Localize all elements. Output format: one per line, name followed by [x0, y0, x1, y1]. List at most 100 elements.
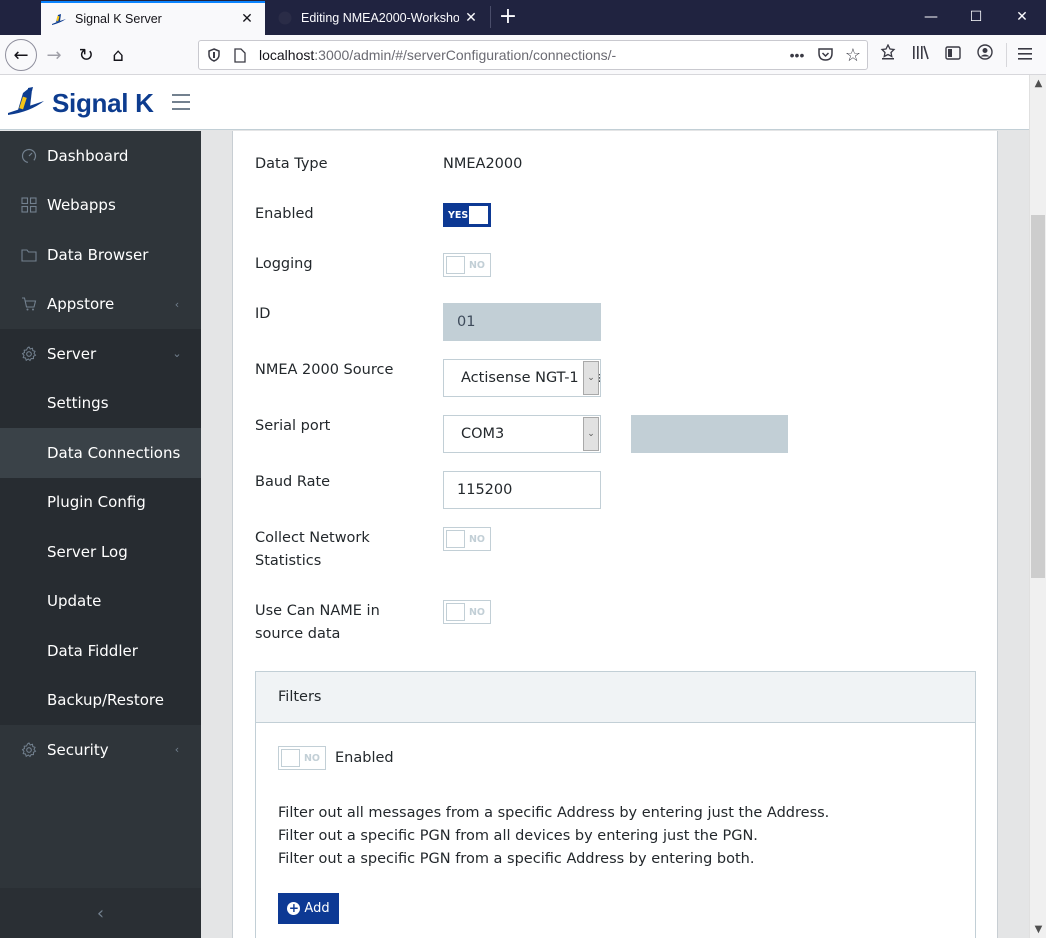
sidebar: Dashboard Webapps Data Browser Appstore … — [0, 131, 201, 938]
speedometer-icon — [19, 148, 39, 164]
close-tab-icon[interactable]: ✕ — [235, 11, 259, 27]
toggle-state: NO — [468, 606, 485, 618]
sidebar-item-data-browser[interactable]: Data Browser — [0, 230, 201, 280]
toggle-state: NO — [303, 752, 320, 764]
sidebar-item-server[interactable]: Server ⌄ — [0, 329, 201, 379]
sidebar-item-backup-restore[interactable]: Backup/Restore — [0, 675, 201, 725]
serial-port-select[interactable]: COM3 ⌄ — [443, 415, 601, 453]
page-icon[interactable] — [229, 47, 251, 63]
sidebar-item-appstore[interactable]: Appstore ‹ — [0, 280, 201, 330]
sidebar-item-label: Settings — [47, 394, 109, 413]
folder-icon — [19, 248, 39, 262]
signalk-logo-icon — [6, 85, 46, 121]
toggle-knob — [281, 749, 300, 767]
nav-toolbar: ← → ↻ ⌂ localhost:3000/admin/#/serverCon… — [0, 35, 1046, 75]
close-window-button[interactable]: ✕ — [999, 0, 1045, 35]
sidebar-item-security[interactable]: Security ‹ — [0, 725, 201, 775]
serial-port-custom-input[interactable] — [631, 415, 788, 453]
scroll-down-icon[interactable]: ▼ — [1030, 921, 1046, 938]
baud-rate-input[interactable]: 115200 — [443, 471, 601, 509]
toggle-knob — [446, 530, 465, 548]
sidebar-toggle-icon[interactable] — [938, 43, 968, 67]
gear-icon — [19, 742, 39, 758]
tab-github-editing[interactable]: Editing NMEA2000-Workshop/README.md ✕ — [267, 1, 489, 35]
tab-title: Signal K Server — [75, 12, 162, 26]
close-tab-icon[interactable]: ✕ — [459, 10, 483, 26]
forward-button[interactable]: → — [38, 39, 70, 71]
library-icon[interactable] — [906, 43, 936, 67]
sidebar-toggle-button[interactable] — [172, 94, 190, 110]
sidebar-item-label: Dashboard — [47, 146, 129, 165]
enabled-toggle[interactable]: YES — [443, 203, 491, 227]
sidebar-item-label: Plugin Config — [47, 493, 146, 512]
sidebar-item-label: Data Connections — [47, 443, 181, 462]
sidebar-item-settings[interactable]: Settings — [0, 378, 201, 428]
brand-name: Signal K — [52, 87, 154, 118]
address-bar[interactable]: localhost:3000/admin/#/serverConfigurati… — [198, 40, 868, 70]
chevron-down-icon: ⌄ — [583, 361, 599, 395]
collect-stats-toggle[interactable]: NO — [443, 527, 491, 551]
scrollbar-thumb[interactable] — [1031, 215, 1045, 578]
toggle-knob — [469, 206, 488, 224]
sidebar-item-data-connections[interactable]: Data Connections — [0, 428, 201, 478]
tab-bar: Signal K Server ✕ Editing NMEA2000-Works… — [0, 0, 1046, 35]
sidebar-item-webapps[interactable]: Webapps — [0, 181, 201, 231]
new-tab-button[interactable]: + — [494, 3, 522, 31]
field-label: ID — [255, 306, 271, 322]
page-actions-icon[interactable]: ••• — [783, 47, 811, 63]
sidebar-item-server-log[interactable]: Server Log — [0, 527, 201, 577]
downloads-icon[interactable] — [873, 43, 903, 67]
filters-enabled-row: NO Enabled — [278, 746, 394, 770]
toolbar-separator — [1006, 43, 1007, 67]
bookmark-star-icon[interactable]: ☆ — [839, 45, 867, 66]
id-input[interactable]: 01 — [443, 303, 601, 341]
menu-icon[interactable] — [1010, 43, 1040, 67]
scroll-up-icon[interactable]: ▲ — [1030, 75, 1046, 92]
sidebar-item-label: Backup/Restore — [47, 691, 164, 710]
shield-icon[interactable] — [203, 48, 225, 62]
data-type-value: NMEA2000 — [443, 156, 523, 172]
tab-title: Editing NMEA2000-Workshop/README.md — [301, 11, 459, 25]
page-viewport: Signal K Dashboard Webapps Data Browser — [0, 75, 1029, 938]
pocket-icon[interactable] — [811, 47, 839, 64]
chevron-left-icon: ‹ — [174, 743, 180, 757]
home-button[interactable]: ⌂ — [102, 39, 134, 71]
sidebar-item-update[interactable]: Update — [0, 576, 201, 626]
minimize-button[interactable]: — — [908, 0, 954, 35]
toggle-knob — [446, 256, 465, 274]
sidebar-item-label: Security — [47, 740, 109, 759]
chevron-left-icon: ‹ — [174, 297, 180, 311]
chevron-left-icon: ‹ — [96, 902, 105, 924]
maximize-button[interactable]: ☐ — [953, 0, 999, 35]
use-can-name-toggle[interactable]: NO — [443, 600, 491, 624]
account-icon[interactable] — [970, 43, 1000, 67]
filters-help-text: Filter out all messages from a specific … — [278, 802, 829, 871]
reload-button[interactable]: ↻ — [70, 39, 102, 71]
filters-enabled-toggle[interactable]: NO — [278, 746, 326, 770]
github-favicon-icon — [277, 10, 293, 26]
add-filter-button[interactable]: + Add — [278, 893, 339, 924]
sidebar-item-data-fiddler[interactable]: Data Fiddler — [0, 626, 201, 676]
filters-title: Filters — [256, 672, 975, 723]
connection-form-card: Data Type NMEA2000 Enabled YES Logging N… — [232, 131, 998, 938]
sidebar-minimizer[interactable]: ‹ — [0, 888, 201, 938]
nmea2000-source-select[interactable]: Actisense NGT-1 (canboatjs) ⌄ — [443, 359, 601, 397]
toggle-knob — [446, 603, 465, 621]
back-button[interactable]: ← — [5, 39, 37, 71]
field-label: Baud Rate — [255, 474, 331, 490]
url-text[interactable]: localhost:3000/admin/#/serverConfigurati… — [259, 47, 783, 63]
logging-toggle[interactable]: NO — [443, 253, 491, 277]
main-content: Data Type NMEA2000 Enabled YES Logging N… — [201, 131, 1029, 938]
chevron-down-icon: ⌄ — [172, 347, 182, 361]
sidebar-item-plugin-config[interactable]: Plugin Config — [0, 477, 201, 527]
toggle-state: NO — [468, 533, 485, 545]
sidebar-item-dashboard[interactable]: Dashboard — [0, 131, 201, 181]
brand-logo[interactable]: Signal K — [6, 85, 154, 121]
tab-signal-k-server[interactable]: Signal K Server ✕ — [41, 1, 265, 35]
field-label: Logging — [255, 256, 313, 272]
page-scrollbar[interactable]: ▲ ▼ — [1029, 75, 1046, 938]
sidebar-item-label: Appstore — [47, 295, 115, 314]
add-label: Add — [304, 901, 330, 916]
select-value: Actisense NGT-1 (canboatjs) — [461, 370, 600, 386]
field-label: Serial port — [255, 418, 331, 434]
